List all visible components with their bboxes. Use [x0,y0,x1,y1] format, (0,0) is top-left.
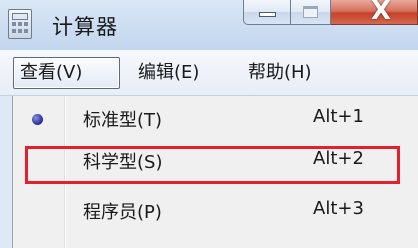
menu-item-standard[interactable]: 标准型(T) Alt+1 [13,99,418,141]
minimize-icon [259,12,276,17]
menu-help[interactable]: 帮助(H) [248,57,312,89]
maximize-icon [303,6,318,18]
menu-item-label: 程序员(P) [83,202,162,223]
close-icon: X [371,0,392,26]
calculator-screen-glyph [12,13,28,20]
radio-checked-icon [32,114,43,125]
maximize-button[interactable] [291,0,331,25]
highlight-annotation-box [25,146,400,184]
close-button[interactable]: X [331,0,418,25]
menu-bar: 查看(V) 编辑(E) 帮助(H) [0,50,418,96]
menu-item-programmer[interactable]: 程序员(P) Alt+3 [13,191,418,233]
calculator-keys-glyph [12,22,28,35]
menu-item-label: 标准型(T) [83,110,163,131]
title-bar: 计算器 X [0,0,418,50]
menu-edit[interactable]: 编辑(E) [138,57,199,89]
calculator-icon[interactable] [8,9,32,39]
menu-item-shortcut: Alt+3 [313,198,364,219]
minimize-button[interactable] [243,0,291,25]
window-title: 计算器 [52,15,118,39]
menu-view[interactable]: 查看(V) [13,57,120,89]
menu-item-shortcut: Alt+1 [313,106,364,127]
